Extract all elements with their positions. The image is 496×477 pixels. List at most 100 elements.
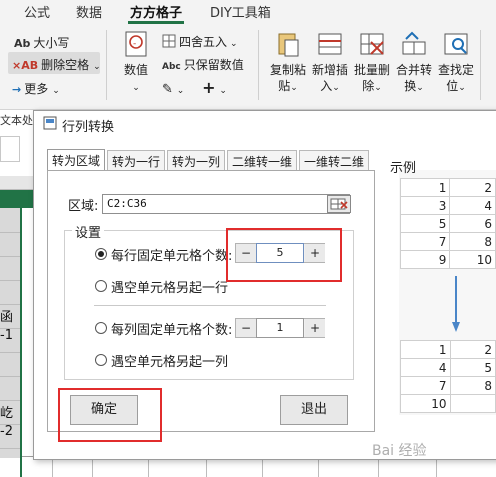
find-locate-button[interactable]: 查找定 位⌄ bbox=[434, 30, 478, 96]
example-cell: 9 bbox=[399, 250, 451, 269]
merge-icon bbox=[402, 31, 426, 55]
tab-1d-to-2d[interactable]: 一维转二维 bbox=[299, 150, 370, 170]
cell-border bbox=[0, 448, 20, 449]
chevron-down-icon: ⌄ bbox=[290, 83, 298, 93]
cell-border bbox=[0, 304, 20, 305]
cell-border bbox=[0, 256, 20, 257]
cell-border bbox=[0, 400, 20, 401]
example-cell: 10 bbox=[449, 250, 496, 269]
arrow-down-icon bbox=[452, 276, 460, 332]
cell-border bbox=[0, 280, 20, 281]
keep-value-icon: Abc bbox=[162, 62, 181, 72]
cell-text: -1 bbox=[0, 328, 13, 343]
selected-column-header[interactable] bbox=[0, 190, 35, 208]
remove-space-button[interactable]: ×AB 删除空格 ⌄ bbox=[12, 56, 101, 73]
tab-to-range[interactable]: 转为区域 bbox=[47, 149, 106, 171]
tab-diy-toolbox[interactable]: DIY工具箱 bbox=[210, 2, 271, 21]
example-row: 78 bbox=[400, 376, 496, 395]
tab-2d-to-1d[interactable]: 二维转一维 bbox=[227, 150, 298, 170]
tab-data[interactable]: 数据 bbox=[76, 2, 102, 21]
radio-per-col-fixed[interactable] bbox=[95, 322, 107, 334]
tab-formulas[interactable]: 公式 bbox=[24, 2, 50, 21]
select-range-icon bbox=[330, 198, 348, 210]
tab-to-row[interactable]: 转为一行 bbox=[107, 150, 166, 170]
cell-border bbox=[0, 376, 20, 377]
per-col-stepper[interactable]: − 1 + bbox=[235, 318, 325, 338]
example-row: 9 10 bbox=[399, 250, 496, 269]
per-col-fixed-label: 每列固定单元格个数: bbox=[111, 323, 233, 338]
clipboard-icon bbox=[278, 33, 299, 57]
name-box[interactable] bbox=[0, 136, 20, 162]
plus-icon[interactable]: + bbox=[202, 78, 215, 97]
ribbon-separator bbox=[480, 30, 481, 100]
example-row: 12 bbox=[399, 178, 496, 197]
cell-border bbox=[0, 352, 20, 353]
option-divider bbox=[94, 305, 326, 306]
delete-grid-icon bbox=[360, 33, 384, 55]
keep-value-button[interactable]: Abc 只保留数值 bbox=[162, 56, 244, 73]
decrement-button[interactable]: − bbox=[236, 319, 256, 337]
case-button[interactable]: Ab 大小写 bbox=[14, 34, 69, 51]
tab-to-column[interactable]: 转为一列 bbox=[167, 150, 226, 170]
ribbon-separator bbox=[106, 30, 107, 100]
highlight-box bbox=[58, 388, 162, 442]
round-icon bbox=[162, 34, 176, 48]
number-format-icon: - bbox=[125, 31, 147, 57]
ribbon: 公式 数据 方方格子 DIY工具箱 Ab 大小写 ×AB 删除空格 ⌄ → 更多 ⌄ - … bbox=[0, 0, 496, 110]
example-cell: 5 bbox=[399, 214, 451, 233]
radio-per-row-fixed[interactable] bbox=[95, 248, 107, 260]
merge-convert-button[interactable]: 合并转 换⌄ bbox=[392, 30, 436, 96]
number-button[interactable]: - 数值 ⌄ bbox=[114, 30, 158, 96]
ribbon-tabs: 公式 数据 方方格子 DIY工具箱 bbox=[0, 0, 496, 24]
example-row: 56 bbox=[399, 214, 496, 233]
batch-delete-button[interactable]: 批量删 除⌄ bbox=[350, 30, 394, 96]
example-cell: 6 bbox=[449, 214, 496, 233]
dialog-title: 行列转换 bbox=[62, 120, 115, 135]
example-cell: 8 bbox=[449, 232, 496, 251]
example-row: 10 bbox=[400, 394, 496, 413]
cell-text: -2 bbox=[0, 424, 13, 439]
example-cell: 7 bbox=[399, 232, 451, 251]
tab-fangfang[interactable]: 方方格子 bbox=[130, 2, 182, 21]
find-icon bbox=[444, 33, 468, 55]
example-label: 示例 bbox=[390, 161, 417, 176]
window-icon bbox=[43, 116, 57, 130]
example-cell: 2 bbox=[449, 340, 496, 359]
example-cell: 3 bbox=[399, 196, 451, 215]
example-cell: 4 bbox=[400, 358, 451, 377]
range-input[interactable]: C2:C36 bbox=[102, 194, 350, 214]
chevron-down-icon: ⌄ bbox=[332, 83, 340, 93]
more-button[interactable]: → 更多 ⌄ bbox=[12, 80, 60, 97]
example-cell: 10 bbox=[400, 394, 451, 413]
insert-button[interactable]: 新增插 入⌄ bbox=[308, 30, 352, 96]
chevron-down-icon: ⌄ bbox=[374, 83, 382, 93]
column-header[interactable] bbox=[0, 176, 35, 190]
svg-text:-: - bbox=[133, 39, 136, 49]
case-icon: Ab bbox=[14, 37, 31, 50]
increment-button[interactable]: + bbox=[305, 319, 325, 337]
example-table-before: 1 2 3 4 5 6 7 8 9 10 bbox=[399, 178, 496, 269]
copy-paste-button[interactable]: 复制粘 贴⌄ bbox=[266, 30, 310, 96]
row-on-empty-label: 遇空单元格另起一行 bbox=[111, 281, 229, 296]
ribbon-separator bbox=[258, 30, 259, 100]
example-cell: 1 bbox=[399, 178, 451, 197]
chevron-down-icon: ⌄ bbox=[176, 86, 185, 96]
settings-group-title: 设置 bbox=[72, 222, 105, 241]
edit-options[interactable]: ✎ ⌄ + ⌄ bbox=[162, 78, 227, 97]
cell-text: 函 bbox=[0, 310, 14, 325]
per-col-value-input[interactable]: 1 bbox=[256, 318, 304, 338]
highlight-box bbox=[226, 228, 342, 282]
example-cell: 2 bbox=[449, 178, 496, 197]
radio-col-on-empty[interactable] bbox=[95, 354, 107, 366]
cell-border bbox=[0, 232, 20, 233]
chevron-down-icon: ⌄ bbox=[132, 83, 140, 93]
example-row: 12 bbox=[400, 340, 496, 359]
remove-space-icon: ×AB bbox=[12, 59, 39, 72]
radio-row-on-empty[interactable] bbox=[95, 280, 107, 292]
range-select-button[interactable] bbox=[327, 195, 351, 213]
exit-button[interactable]: 退出 bbox=[280, 395, 348, 425]
range-label: 区域: bbox=[68, 199, 99, 214]
chevron-down-icon: ⌄ bbox=[416, 83, 424, 93]
round-button[interactable]: 四舍五入 ⌄ bbox=[162, 33, 238, 50]
dialog-titlebar[interactable]: 行列转换 bbox=[34, 111, 496, 137]
